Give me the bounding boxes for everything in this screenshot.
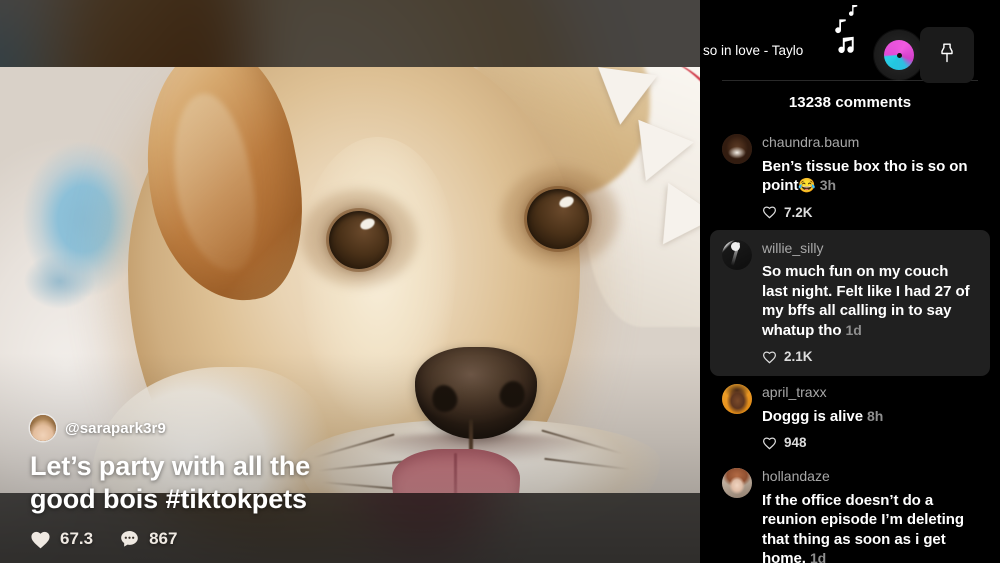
comment-item[interactable]: april_traxx Doggg is alive 8h 948	[722, 376, 978, 460]
comment-timestamp: 3h	[819, 177, 837, 193]
comment-username[interactable]: chaundra.baum	[762, 134, 978, 152]
dog-eye-left	[329, 211, 389, 269]
comment-panel: m so in love - Taylo	[700, 0, 1000, 563]
comment-username[interactable]: april_traxx	[762, 384, 978, 402]
video-stats-row: 67.3 867	[30, 529, 700, 549]
album-disc-icon[interactable]	[874, 30, 924, 80]
comment-body: Ben’s tissue box tho is so on point	[762, 157, 968, 195]
avatar-hollandaze[interactable]	[722, 468, 752, 498]
avatar-chaundra-baum[interactable]	[722, 134, 752, 164]
comment-body: If the office doesn’t do a reunion episo…	[762, 491, 964, 563]
author-handle[interactable]: @sarapark3r9	[65, 420, 166, 437]
tiktok-player-screen: @sarapark3r9 Let’s party with all the go…	[0, 0, 1000, 563]
comment-text: So much fun on my couch last night. Felt…	[762, 262, 978, 340]
comments-list[interactable]: chaundra.baum Ben’s tissue box tho is so…	[700, 126, 1000, 563]
comment-timestamp: 8h	[867, 407, 884, 424]
pin-button[interactable]	[920, 27, 974, 83]
comment-like-count: 7.2K	[784, 204, 813, 220]
comment-like-count: 948	[784, 435, 807, 450]
music-marquee: m so in love - Taylo	[700, 42, 840, 60]
heart-filled-icon	[30, 530, 51, 549]
comment-count: 867	[149, 529, 178, 548]
comment-stat[interactable]: 867	[119, 529, 177, 549]
comment-bubble-icon	[119, 529, 140, 549]
comments-count-title: 13238 comments	[788, 94, 912, 111]
music-header: m so in love - Taylo	[700, 0, 1000, 83]
pin-icon	[937, 42, 957, 69]
video-letterbox-top	[0, 0, 700, 67]
comment-timestamp: 1d	[809, 550, 827, 563]
comment-like-row[interactable]: 948	[762, 435, 978, 450]
letterbox-blur-top	[0, 0, 700, 67]
video-caption: Let’s party with all the good bois #tikt…	[30, 451, 311, 514]
comment-body: So much fun on my couch last night. Felt…	[762, 263, 970, 339]
costume-red-cord	[562, 67, 700, 293]
heart-outline-icon	[762, 436, 777, 450]
comment-like-row[interactable]: 7.2K	[762, 205, 978, 220]
heart-outline-icon	[762, 205, 777, 219]
comment-text: Ben’s tissue box tho is so on point😂 3h	[762, 157, 978, 196]
video-stage[interactable]: @sarapark3r9 Let’s party with all the go…	[0, 0, 700, 563]
comment-username[interactable]: hollandaze	[762, 468, 978, 486]
avatar-willie-silly[interactable]	[722, 239, 752, 270]
comment-body: Doggg is alive	[762, 407, 863, 425]
heart-outline-icon	[762, 350, 777, 364]
comment-timestamp: 1d	[845, 321, 862, 338]
comment-item-highlighted[interactable]: willie_silly So much fun on my couch las…	[710, 229, 990, 376]
comment-item[interactable]: chaundra.baum Ben’s tissue box tho is so…	[722, 126, 978, 230]
album-disc-art	[884, 40, 914, 70]
comment-text: Doggg is alive 8h	[762, 407, 978, 427]
comment-emoji: 😂	[798, 177, 816, 193]
avatar-april-traxx[interactable]	[722, 384, 752, 414]
like-count: 67.3	[60, 529, 94, 548]
like-stat[interactable]: 67.3	[30, 529, 93, 549]
comment-text: If the office doesn’t do a reunion episo…	[762, 491, 978, 563]
comment-like-row[interactable]: 2.1K	[762, 349, 978, 364]
author-avatar[interactable]	[30, 415, 56, 442]
author-row[interactable]: @sarapark3r9	[30, 415, 700, 442]
comment-like-count: 2.1K	[784, 349, 813, 364]
video-info-overlay: @sarapark3r9 Let’s party with all the go…	[0, 415, 700, 563]
music-track-text: m so in love - Taylo	[700, 43, 804, 58]
comment-username[interactable]: willie_silly	[762, 240, 978, 258]
comment-item[interactable]: hollandaze If the office doesn’t do a re…	[722, 460, 978, 563]
